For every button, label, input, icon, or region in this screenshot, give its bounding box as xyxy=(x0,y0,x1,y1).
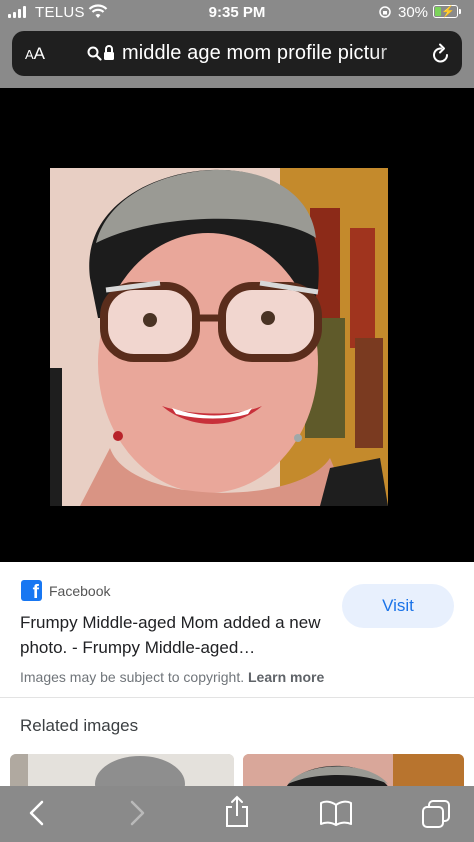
browser-top-chrome: TELUS 9:35 PM 30% ⚡ AA middle age mom pr… xyxy=(0,0,474,88)
orientation-lock-icon xyxy=(379,6,391,18)
facebook-icon: f xyxy=(21,580,42,601)
charging-bolt-icon: ⚡ xyxy=(441,6,455,18)
text-size-button[interactable]: AA xyxy=(25,44,45,64)
tabs-icon[interactable] xyxy=(420,798,452,830)
bookmarks-icon[interactable] xyxy=(319,798,353,828)
divider xyxy=(0,697,474,698)
related-images-heading: Related images xyxy=(20,716,139,735)
source-label[interactable]: Facebook xyxy=(49,583,110,599)
battery-fill xyxy=(435,7,441,16)
browser-toolbar xyxy=(0,786,474,842)
result-title[interactable]: Frumpy Middle-aged Mom added a new photo… xyxy=(20,610,325,660)
lock-icon xyxy=(104,45,114,60)
forward-icon[interactable] xyxy=(126,798,148,828)
copyright-notice: Images may be subject to copyright. Lear… xyxy=(20,669,324,685)
battery-percent: 30% xyxy=(398,4,429,21)
visit-button[interactable]: Visit xyxy=(342,584,454,628)
status-bar: TELUS 9:35 PM 30% ⚡ xyxy=(0,0,474,26)
reload-icon[interactable] xyxy=(431,43,451,65)
result-card: f Facebook Frumpy Middle-aged Mom added … xyxy=(0,562,474,697)
back-icon[interactable] xyxy=(26,798,48,828)
search-icon xyxy=(87,46,102,61)
image-viewer xyxy=(0,88,474,562)
copyright-text: Images may be subject to copyright. xyxy=(20,669,245,685)
result-photo[interactable] xyxy=(50,168,388,506)
battery-charging-icon: ⚡ xyxy=(433,5,461,18)
learn-more-link[interactable]: Learn more xyxy=(248,669,324,685)
share-icon[interactable] xyxy=(224,795,250,829)
address-bar[interactable]: AA middle age mom profile pictur xyxy=(12,31,462,76)
